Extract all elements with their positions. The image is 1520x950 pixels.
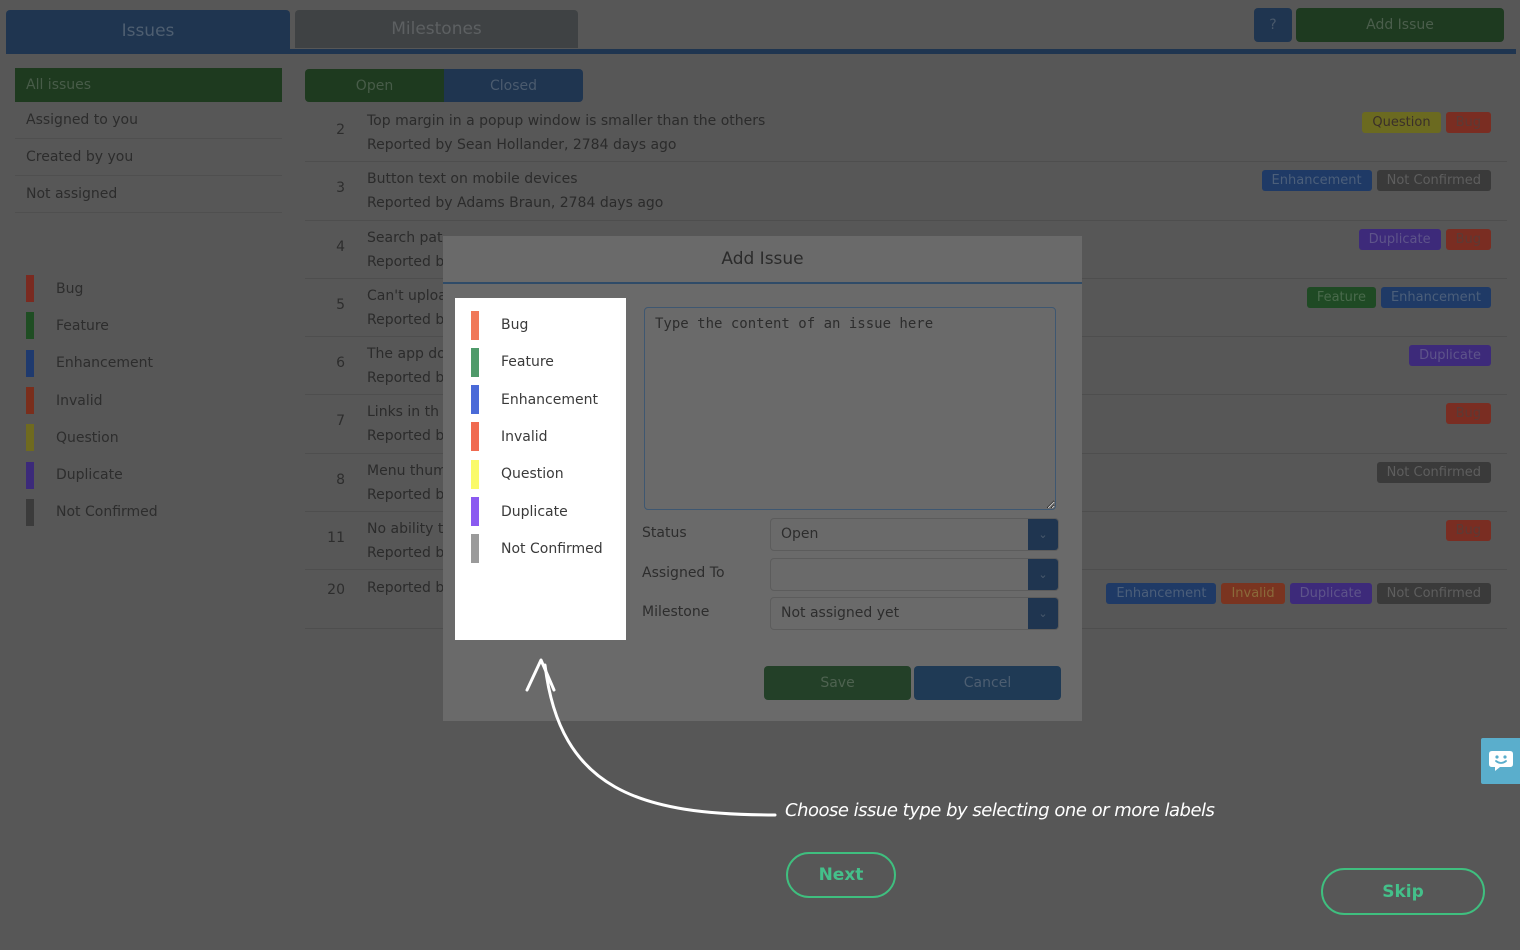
tour-hint-text: Choose issue type by selecting one or mo… bbox=[785, 800, 1215, 821]
tour-next-button[interactable]: Next bbox=[786, 852, 896, 898]
chat-smiley-icon bbox=[1488, 751, 1513, 771]
chat-widget-button[interactable] bbox=[1481, 738, 1520, 784]
tour-skip-button[interactable]: Skip bbox=[1321, 868, 1485, 915]
tour-arrow-icon bbox=[525, 658, 777, 817]
